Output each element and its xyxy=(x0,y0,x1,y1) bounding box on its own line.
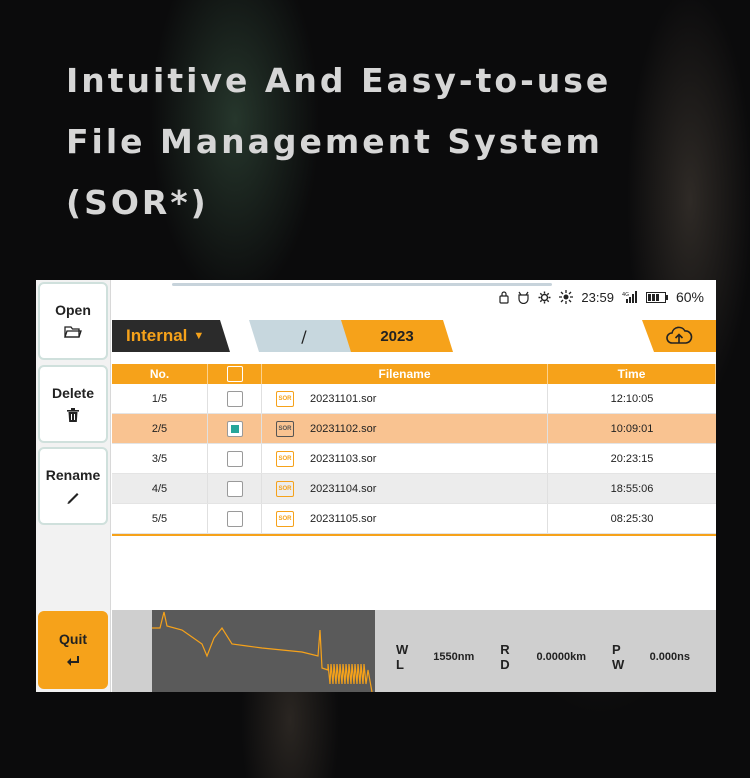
progress-line xyxy=(172,283,552,286)
path-bar: Internal ▼ / 2023 xyxy=(112,316,716,354)
wavelength-label: W L xyxy=(396,642,413,672)
headline: Intuitive And Easy-to-use File Managemen… xyxy=(66,50,611,233)
caret-down-icon: ▼ xyxy=(193,330,205,342)
table-row[interactable]: 5/5 SOR 20231105.sor 08:25:30 xyxy=(112,504,716,534)
row-checkbox[interactable] xyxy=(226,420,243,437)
table-row[interactable]: 1/5 SOR 20231101.sor 12:10:05 xyxy=(112,384,716,414)
quit-button[interactable]: Quit xyxy=(38,611,108,689)
cloud-upload-icon xyxy=(666,326,693,344)
row-no: 1/5 xyxy=(112,384,208,413)
checked-mark xyxy=(230,424,239,433)
range-label: R D xyxy=(500,642,514,672)
otdr-trace-graph xyxy=(152,611,373,692)
storage-label: Internal xyxy=(126,326,188,345)
row-select xyxy=(208,504,262,533)
signal-icon: 4G xyxy=(622,291,637,303)
return-arrow-icon xyxy=(67,656,79,666)
row-filename-cell: SOR 20231102.sor xyxy=(262,414,548,443)
svg-text:4G: 4G xyxy=(622,292,629,298)
table-bottom-border xyxy=(112,534,716,536)
battery-icon xyxy=(645,291,668,303)
row-filename: 20231105.sor xyxy=(310,512,377,525)
table-row[interactable]: 2/5 SOR 20231102.sor 10:09:01 xyxy=(112,414,716,444)
status-items: 23:59 4G 60% xyxy=(499,289,704,305)
row-filename-cell: SOR 20231101.sor xyxy=(262,384,548,413)
delete-button-label: Delete xyxy=(51,385,95,401)
folder-open-icon xyxy=(64,326,82,338)
delete-button[interactable]: Delete xyxy=(38,365,108,443)
row-no: 3/5 xyxy=(112,444,208,473)
settings-icon xyxy=(538,291,551,303)
row-checkbox[interactable] xyxy=(226,390,243,407)
trace-parameters: W L 1550nm R D 0.0000km P W 0.000ns xyxy=(396,642,716,672)
row-checkbox[interactable] xyxy=(226,480,243,497)
trash-icon xyxy=(67,408,79,422)
row-time: 08:25:30 xyxy=(610,512,654,525)
quit-button-label: Quit xyxy=(59,631,87,647)
pulse-width-label: P W xyxy=(612,642,629,672)
table-row[interactable]: 4/5 SOR 20231104.sor 18:55:06 xyxy=(112,474,716,504)
file-table: No. Filename Time 1/5 SOR 20231101.sor 1… xyxy=(112,364,716,536)
row-filename-cell: SOR 20231103.sor xyxy=(262,444,548,473)
sor-file-icon: SOR xyxy=(276,390,294,407)
trace-panel: W L 1550nm R D 0.0000km P W 0.000ns xyxy=(112,610,716,692)
battery-percent: 60% xyxy=(675,289,704,305)
pulse-width-value: 0.000ns xyxy=(649,651,690,663)
table-row[interactable]: 3/5 SOR 20231103.sor 20:23:15 xyxy=(112,444,716,474)
row-time: 12:10:05 xyxy=(610,392,654,405)
row-time: 18:55:06 xyxy=(610,482,654,495)
row-filename: 20231104.sor xyxy=(310,482,377,495)
row-time: 10:09:01 xyxy=(610,422,654,435)
row-no: 5/5 xyxy=(112,504,208,533)
clock-time: 23:59 xyxy=(581,289,614,305)
trace-preview[interactable] xyxy=(152,610,375,692)
sor-file-icon: SOR xyxy=(276,480,294,497)
row-filename-cell: SOR 20231104.sor xyxy=(262,474,548,503)
sidebar: Open Delete Rename Quit xyxy=(36,280,111,692)
headline-line-2: File Management System xyxy=(66,122,603,161)
header-select-all xyxy=(208,364,262,384)
sor-file-icon: SOR xyxy=(276,450,294,467)
storage-selector[interactable]: Internal ▼ xyxy=(112,320,230,352)
header-filename: Filename xyxy=(262,364,548,384)
breadcrumb-folder[interactable]: 2023 xyxy=(341,320,453,352)
row-select xyxy=(208,384,262,413)
row-filename: 20231101.sor xyxy=(310,392,377,405)
row-filename: 20231102.sor xyxy=(310,422,377,435)
open-button[interactable]: Open xyxy=(38,282,108,360)
range-value: 0.0000km xyxy=(536,651,587,663)
table-header: No. Filename Time xyxy=(112,364,716,384)
header-time: Time xyxy=(548,364,716,384)
headline-line-3: (SOR*) xyxy=(66,183,209,222)
rename-button[interactable]: Rename xyxy=(38,447,108,525)
row-filename: 20231103.sor xyxy=(310,452,377,465)
row-checkbox[interactable] xyxy=(226,450,243,467)
row-no: 2/5 xyxy=(112,414,208,443)
sor-file-icon: SOR xyxy=(276,510,294,527)
device-screen: Open Delete Rename Quit 23:59 4G 60% Int… xyxy=(36,280,716,692)
open-button-label: Open xyxy=(55,302,91,318)
upload-button[interactable] xyxy=(642,320,716,352)
header-no: No. xyxy=(112,364,208,384)
row-select xyxy=(208,444,262,473)
row-checkbox[interactable] xyxy=(226,510,243,527)
select-all-checkbox[interactable] xyxy=(226,366,243,382)
sor-file-icon: SOR xyxy=(276,420,294,437)
wavelength-value: 1550nm xyxy=(433,651,475,663)
status-bar: 23:59 4G 60% xyxy=(112,280,716,314)
row-select xyxy=(208,414,262,443)
rename-button-label: Rename xyxy=(45,467,101,483)
pencil-icon xyxy=(67,493,79,504)
row-no: 4/5 xyxy=(112,474,208,503)
row-filename-cell: SOR 20231105.sor xyxy=(262,504,548,533)
row-select xyxy=(208,474,262,503)
row-time: 20:23:15 xyxy=(610,452,654,465)
headline-line-1: Intuitive And Easy-to-use xyxy=(66,61,612,100)
lock-icon xyxy=(499,290,510,304)
brightness-icon xyxy=(559,290,574,304)
usb-icon xyxy=(518,291,530,304)
